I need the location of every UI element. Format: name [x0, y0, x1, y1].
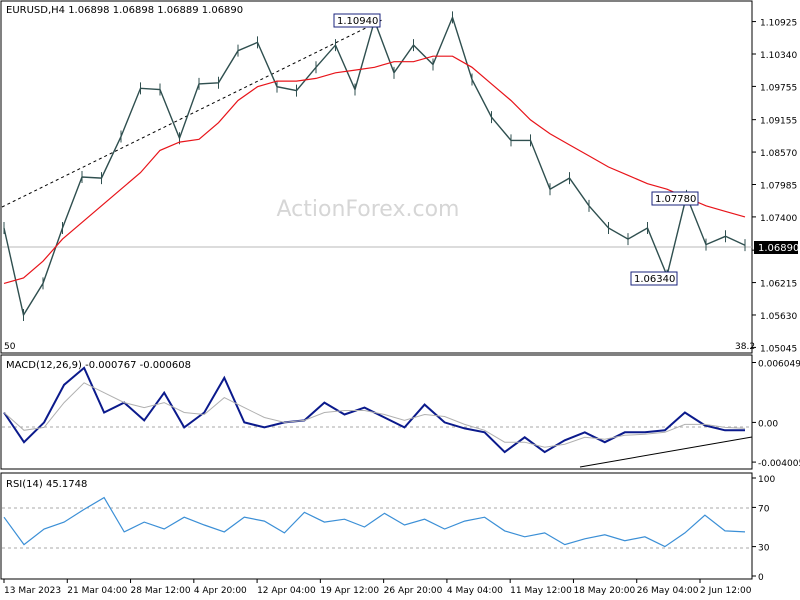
- price-axis-label: 1.07985: [760, 181, 797, 191]
- price-axis-label: 1.08570: [760, 149, 797, 159]
- price-axis-label: 1.06215: [760, 280, 797, 290]
- price-axis-label: 1.09155: [760, 117, 797, 127]
- current-price-label: 1.06890: [758, 243, 799, 254]
- sma-series-line: [3, 55, 746, 284]
- time-axis-label: 12 Apr 04:00: [257, 586, 316, 596]
- time-axis-label: 19 Apr 12:00: [320, 586, 379, 596]
- time-axis-label: 26 May 04:00: [637, 586, 699, 596]
- macd-panel-frame: [0, 354, 753, 470]
- price-axis-label: 1.09755: [760, 83, 797, 93]
- macd-header: MACD(12,26,9) -0.000767 -0.000608: [6, 360, 191, 371]
- time-axis-label: 2 Jun 12:00: [700, 586, 752, 596]
- price-series-line: [3, 15, 746, 317]
- time-axis-label: 21 Mar 04:00: [67, 586, 127, 596]
- price-axis-label: 1.07400: [760, 214, 797, 224]
- main-panel-frame: [0, 0, 753, 354]
- level-label-right-high: 1.07780: [655, 194, 696, 205]
- price-axis-label: 1.05045: [760, 344, 797, 354]
- macd-signal-line: [3, 382, 746, 448]
- rsi-axis-label: 100: [758, 475, 775, 485]
- time-axis-label: 11 May 12:00: [510, 586, 572, 596]
- rsi-axis-label: 70: [758, 504, 770, 514]
- time-axis-label: 18 May 20:00: [573, 586, 635, 596]
- watermark: ActionForex.com: [277, 197, 460, 222]
- rsi-axis-label: 30: [758, 544, 770, 554]
- upper-trendline: [1, 19, 383, 208]
- level-label-top: 1.10940: [337, 16, 378, 27]
- macd-axis-label: 0.006049: [758, 359, 800, 369]
- price-axis-label: 1.05630: [760, 312, 797, 322]
- fib-label-left: 50: [4, 342, 16, 352]
- rsi-panel-frame: [0, 472, 753, 580]
- eurusd-h4-chart: ActionForex.com EURUSD,H4 1.06898 1.0689…: [0, 0, 800, 596]
- main-header: EURUSD,H4 1.06898 1.06898 1.06889 1.0689…: [6, 5, 243, 16]
- price-axis-label: 1.10925: [760, 19, 797, 29]
- time-axis-label: 26 Apr 20:00: [384, 586, 443, 596]
- time-axis-label: 28 Mar 12:00: [131, 586, 191, 596]
- macd-series-line: [3, 366, 745, 454]
- time-axis-label: 13 Mar 2023: [4, 586, 61, 596]
- rsi-header: RSI(14) 45.1748: [6, 479, 87, 490]
- rsi-axis-label: 0: [758, 573, 764, 583]
- price-axis-label: 1.10340: [760, 51, 797, 61]
- time-axis-label: 4 Apr 20:00: [194, 586, 247, 596]
- macd-axis-label: -0.004005: [758, 459, 800, 469]
- rsi-series-line: [3, 496, 746, 548]
- macd-axis-label: 0.00: [758, 419, 778, 429]
- level-label-low: 1.06340: [634, 274, 675, 285]
- fib-label-right: 38.2: [735, 342, 755, 352]
- time-axis-label: 4 May 04:00: [447, 586, 503, 596]
